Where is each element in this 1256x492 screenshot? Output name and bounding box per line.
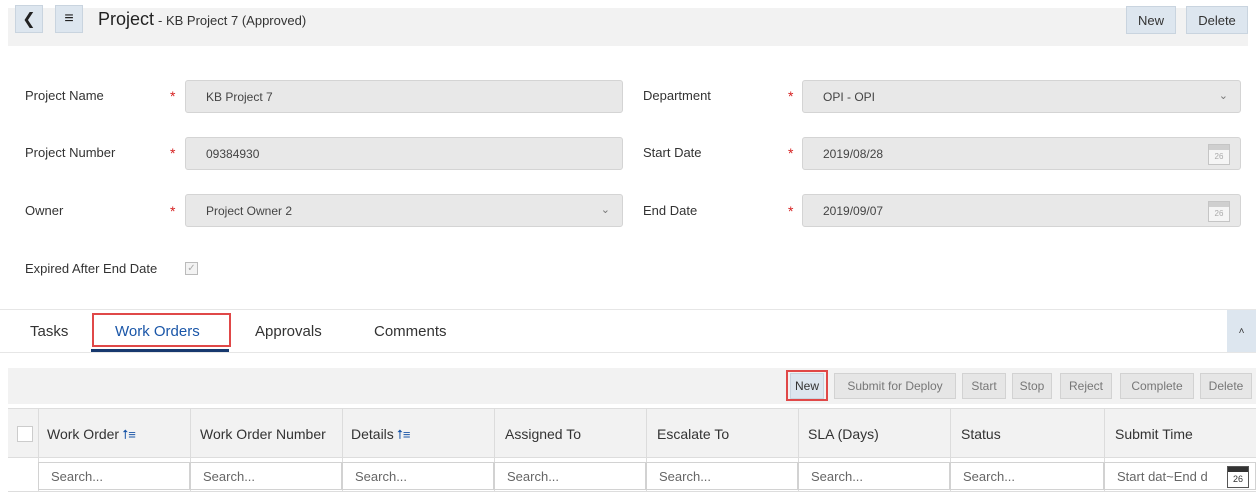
page-title-main: Project xyxy=(98,9,155,29)
tab-comments[interactable]: Comments xyxy=(374,323,447,340)
page-title: Project - KB Project 7 (Approved) xyxy=(98,9,306,30)
select-all-checkbox[interactable] xyxy=(17,426,33,442)
expired-label: Expired After End Date xyxy=(25,261,158,276)
reject-button[interactable]: Reject xyxy=(1060,373,1112,399)
column-header-escalate-to[interactable]: Escalate To xyxy=(657,426,729,442)
project-number-label: Project Number xyxy=(25,145,116,160)
complete-button[interactable]: Complete xyxy=(1120,373,1194,399)
project-name-label: Project Name xyxy=(25,88,104,103)
work-order-search[interactable]: Search... xyxy=(38,462,190,490)
end-date-field[interactable]: 2019/09/07 26 xyxy=(802,194,1241,227)
department-label: Department xyxy=(643,88,711,103)
column-header-work-order-number[interactable]: Work Order Number xyxy=(200,426,326,442)
submit-time-range[interactable]: Start dat~End d 26 xyxy=(1104,462,1256,490)
tab-tasks[interactable]: Tasks xyxy=(30,323,68,340)
sort-icon[interactable]: ⭡≡ xyxy=(397,427,411,442)
grid-delete-button[interactable]: Delete xyxy=(1200,373,1252,399)
required-marker: * xyxy=(788,203,794,219)
project-name-field[interactable]: KB Project 7 xyxy=(185,80,623,113)
sla-search[interactable]: Search... xyxy=(798,462,950,490)
back-button[interactable]: ❮ xyxy=(15,5,43,33)
tab-approvals[interactable]: Approvals xyxy=(255,323,322,340)
column-header-submit-time[interactable]: Submit Time xyxy=(1115,426,1193,442)
project-number-field[interactable]: 09384930 xyxy=(185,137,623,170)
menu-button[interactable]: ≡ xyxy=(55,5,83,33)
active-tab-indicator xyxy=(91,349,229,352)
work-order-number-search[interactable]: Search... xyxy=(190,462,342,490)
grid-header xyxy=(8,408,1256,458)
column-header-status[interactable]: Status xyxy=(961,426,1001,442)
start-date-value: 2019/08/28 xyxy=(823,146,884,161)
end-date-value: 2019/09/07 xyxy=(823,203,884,218)
column-header-assigned-to[interactable]: Assigned To xyxy=(505,426,581,442)
calendar-icon[interactable]: 26 xyxy=(1208,144,1230,165)
required-marker: * xyxy=(170,88,176,104)
tab-work-orders[interactable]: Work Orders xyxy=(115,323,200,340)
date-range-placeholder: Start dat~End d xyxy=(1117,468,1208,484)
expired-checkbox[interactable]: ✓ xyxy=(185,262,198,275)
header-new-button[interactable]: New xyxy=(1126,6,1176,34)
details-search[interactable]: Search... xyxy=(342,462,494,490)
assigned-to-search[interactable]: Search... xyxy=(494,462,646,490)
hamburger-icon: ≡ xyxy=(64,10,74,27)
owner-value: Project Owner 2 xyxy=(206,203,293,218)
start-date-label: Start Date xyxy=(643,145,702,160)
page-subtitle: - KB Project 7 (Approved) xyxy=(158,13,307,28)
owner-label: Owner xyxy=(25,203,64,218)
required-marker: * xyxy=(788,88,794,104)
end-date-label: End Date xyxy=(643,203,698,218)
escalate-to-search[interactable]: Search... xyxy=(646,462,798,490)
required-marker: * xyxy=(170,203,176,219)
chevron-left-icon: ❮ xyxy=(22,11,36,28)
calendar-icon[interactable]: 26 xyxy=(1227,466,1249,488)
column-header-details[interactable]: Details ⭡≡ xyxy=(351,426,411,443)
grid-new-button[interactable]: New xyxy=(790,373,824,399)
start-button[interactable]: Start xyxy=(962,373,1006,399)
calendar-icon[interactable]: 26 xyxy=(1208,201,1230,222)
department-select[interactable]: OPI - OPI ⌄ xyxy=(802,80,1241,113)
status-search[interactable]: Search... xyxy=(950,462,1104,490)
header-delete-button[interactable]: Delete xyxy=(1186,6,1248,34)
required-marker: * xyxy=(788,145,794,161)
sort-icon[interactable]: ⭡≡ xyxy=(122,427,136,442)
column-header-sla-days[interactable]: SLA (Days) xyxy=(808,426,879,442)
start-date-field[interactable]: 2019/08/28 26 xyxy=(802,137,1241,170)
stop-button[interactable]: Stop xyxy=(1012,373,1052,399)
submit-for-deploy-button[interactable]: Submit for Deploy xyxy=(834,373,956,399)
column-label: Details xyxy=(351,426,394,442)
chevron-up-double-icon: ˄ xyxy=(1238,325,1245,337)
required-marker: * xyxy=(170,145,176,161)
owner-select[interactable]: Project Owner 2 ⌄ xyxy=(185,194,623,227)
column-label: Work Order xyxy=(47,426,120,442)
collapse-button[interactable]: ˄ xyxy=(1227,310,1256,352)
chevron-down-icon: ⌄ xyxy=(600,204,610,216)
department-value: OPI - OPI xyxy=(823,89,876,104)
column-header-work-order[interactable]: Work Order ⭡≡ xyxy=(47,426,136,443)
chevron-down-icon: ⌄ xyxy=(1218,90,1228,102)
